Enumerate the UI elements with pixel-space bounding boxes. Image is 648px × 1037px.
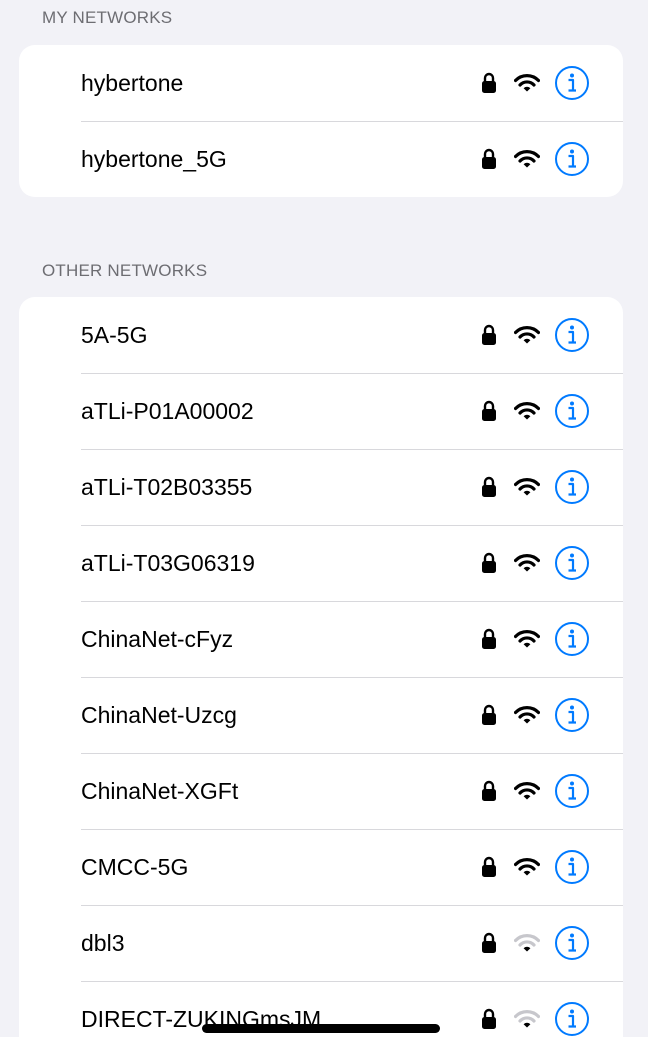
wifi-signal-icon bbox=[513, 73, 541, 93]
wifi-signal-icon bbox=[513, 781, 541, 801]
info-icon[interactable] bbox=[554, 697, 590, 733]
network-row[interactable]: 5A-5G bbox=[19, 297, 623, 373]
network-row[interactable]: hybertone_5G bbox=[19, 121, 623, 197]
network-name: hybertone_5G bbox=[81, 145, 227, 172]
lock-icon bbox=[481, 932, 497, 954]
wifi-signal-icon bbox=[513, 149, 541, 169]
network-row[interactable]: hybertone bbox=[19, 45, 623, 121]
wifi-signal-icon bbox=[513, 325, 541, 345]
network-name: aTLi-T02B03355 bbox=[81, 473, 253, 500]
network-row[interactable]: ChinaNet-cFyz bbox=[19, 601, 623, 677]
lock-icon bbox=[481, 148, 497, 170]
network-row[interactable]: aTLi-T02B03355 bbox=[19, 449, 623, 525]
my-networks-header: MY NETWORKS bbox=[42, 8, 173, 27]
network-row[interactable]: ChinaNet-Uzcg bbox=[19, 677, 623, 753]
network-name: aTLi-P01A00002 bbox=[81, 397, 254, 424]
lock-icon bbox=[481, 72, 497, 94]
info-icon[interactable] bbox=[554, 925, 590, 961]
network-name: ChinaNet-Uzcg bbox=[81, 701, 237, 728]
info-icon[interactable] bbox=[554, 1001, 590, 1037]
wifi-signal-icon bbox=[513, 705, 541, 725]
lock-icon bbox=[481, 1008, 497, 1030]
network-name: ChinaNet-XGFt bbox=[81, 777, 239, 804]
my-networks-list: hybertone hybertone_5G bbox=[19, 45, 623, 197]
info-icon[interactable] bbox=[554, 621, 590, 657]
info-icon[interactable] bbox=[554, 849, 590, 885]
lock-icon bbox=[481, 324, 497, 346]
lock-icon bbox=[481, 628, 497, 650]
lock-icon bbox=[481, 856, 497, 878]
lock-icon bbox=[481, 780, 497, 802]
network-name: ChinaNet-cFyz bbox=[81, 625, 234, 652]
lock-icon bbox=[481, 704, 497, 726]
network-row[interactable]: dbl3 bbox=[19, 905, 623, 981]
network-name: CMCC-5G bbox=[81, 853, 189, 880]
wifi-signal-icon bbox=[513, 629, 541, 649]
network-name: hybertone bbox=[81, 69, 184, 96]
lock-icon bbox=[481, 476, 497, 498]
wifi-signal-icon bbox=[513, 857, 541, 877]
info-icon[interactable] bbox=[554, 141, 590, 177]
wifi-signal-icon bbox=[513, 933, 541, 953]
wifi-signal-icon bbox=[513, 477, 541, 497]
network-name: 5A-5G bbox=[81, 321, 148, 348]
info-icon[interactable] bbox=[554, 317, 590, 353]
network-row[interactable]: aTLi-P01A00002 bbox=[19, 373, 623, 449]
lock-icon bbox=[481, 400, 497, 422]
lock-icon bbox=[481, 552, 497, 574]
info-icon[interactable] bbox=[554, 469, 590, 505]
info-icon[interactable] bbox=[554, 393, 590, 429]
network-row[interactable]: aTLi-T03G06319 bbox=[19, 525, 623, 601]
wifi-signal-icon bbox=[513, 553, 541, 573]
info-icon[interactable] bbox=[554, 773, 590, 809]
network-name: aTLi-T03G06319 bbox=[81, 549, 255, 576]
network-row[interactable]: CMCC-5G bbox=[19, 829, 623, 905]
wifi-signal-icon bbox=[513, 1009, 541, 1029]
info-icon[interactable] bbox=[554, 65, 590, 101]
network-name: dbl3 bbox=[81, 929, 125, 956]
info-icon[interactable] bbox=[554, 545, 590, 581]
network-row[interactable]: ChinaNet-XGFt bbox=[19, 753, 623, 829]
other-networks-header: OTHER NETWORKS bbox=[42, 261, 208, 280]
home-indicator[interactable] bbox=[202, 1024, 440, 1033]
wifi-signal-icon bbox=[513, 401, 541, 421]
other-networks-list: 5A-5G aTLi-P01A00002 aTLi-T02B03355 aTLi-T0… bbox=[19, 297, 623, 1037]
